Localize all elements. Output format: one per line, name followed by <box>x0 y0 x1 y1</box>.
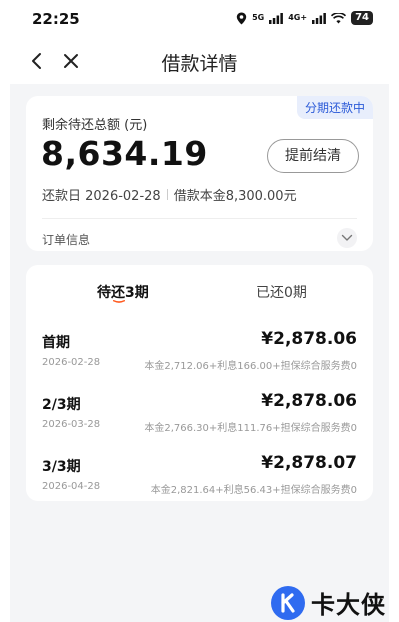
signal-5g-label: 5G <box>252 13 265 22</box>
period-detail: 本金2,766.30+利息111.76+担保综合服务费0 <box>144 423 357 434</box>
period-name: 3/3期 <box>42 459 81 475</box>
period-amount: ¥2,878.06 <box>261 329 357 349</box>
watermark-text: 卡大侠 <box>311 591 386 619</box>
installment-card: 待还3期 已还0期 首期 ¥2,878.06 2026-02-28 本金2,71… <box>26 265 373 501</box>
tab-paid[interactable]: 已还0期 <box>256 282 307 302</box>
remain-label: 剩余待还总额 (元) <box>42 118 148 133</box>
prepay-button[interactable]: 提前结清 <box>267 139 359 173</box>
chevron-down-icon[interactable] <box>337 228 357 248</box>
content-area: 分期还款中 剩余待还总额 (元) 8,634.19 提前结清 还款日 2026-… <box>10 84 389 622</box>
period-date: 2026-03-28 <box>42 419 101 430</box>
list-item[interactable]: 3/3期 ¥2,878.07 2026-04-28 本金2,821.64+利息5… <box>26 453 373 516</box>
tab-bar: 待还3期 已还0期 <box>26 265 373 315</box>
signal-bars-icon <box>312 12 326 24</box>
remain-amount: 8,634.19 <box>41 134 208 173</box>
list-item[interactable]: 2/3期 ¥2,878.06 2026-03-28 本金2,766.30+利息1… <box>26 391 373 454</box>
tab-active-indicator <box>113 300 125 303</box>
repay-day: 还款日 2026-02-28 <box>42 189 161 204</box>
status-icons: 5G 4G+ 74 <box>236 11 373 25</box>
watermark-logo-icon <box>271 585 305 620</box>
signal-bars-icon <box>269 12 284 24</box>
order-info-label: 订单信息 <box>42 233 91 247</box>
wifi-icon <box>331 12 347 23</box>
status-bar: 22:25 5G 4G+ 74 <box>0 0 399 40</box>
period-detail: 本金2,821.64+利息56.43+担保综合服务费0 <box>150 485 357 496</box>
period-name: 2/3期 <box>42 397 81 413</box>
page-title: 借款详情 <box>161 53 238 75</box>
divider <box>166 189 168 200</box>
period-detail: 本金2,712.06+利息166.00+担保综合服务费0 <box>144 361 357 372</box>
period-amount: ¥2,878.07 <box>261 453 357 473</box>
watermark: 卡大侠 <box>271 585 386 620</box>
period-name: 首期 <box>42 335 70 351</box>
status-badge: 分期还款中 <box>296 96 373 119</box>
nav-bar: 借款详情 <box>0 40 399 84</box>
status-time: 22:25 <box>32 10 80 28</box>
signal-4g-label: 4G+ <box>288 13 308 22</box>
period-amount: ¥2,878.06 <box>261 391 357 411</box>
order-info-row[interactable]: 订单信息 <box>26 218 373 251</box>
period-date: 2026-02-28 <box>42 357 101 368</box>
summary-card: 分期还款中 剩余待还总额 (元) 8,634.19 提前结清 还款日 2026-… <box>26 96 373 251</box>
location-icon <box>236 12 247 24</box>
period-date: 2026-04-28 <box>42 481 101 492</box>
battery-icon: 74 <box>351 11 373 25</box>
list-item[interactable]: 首期 ¥2,878.06 2026-02-28 本金2,712.06+利息166… <box>26 329 373 392</box>
repay-info: 还款日 2026-02-28 借款本金8,300.00元 <box>42 185 297 204</box>
tab-pending[interactable]: 待还3期 <box>97 282 149 302</box>
principal-amount: 借款本金8,300.00元 <box>173 189 297 204</box>
